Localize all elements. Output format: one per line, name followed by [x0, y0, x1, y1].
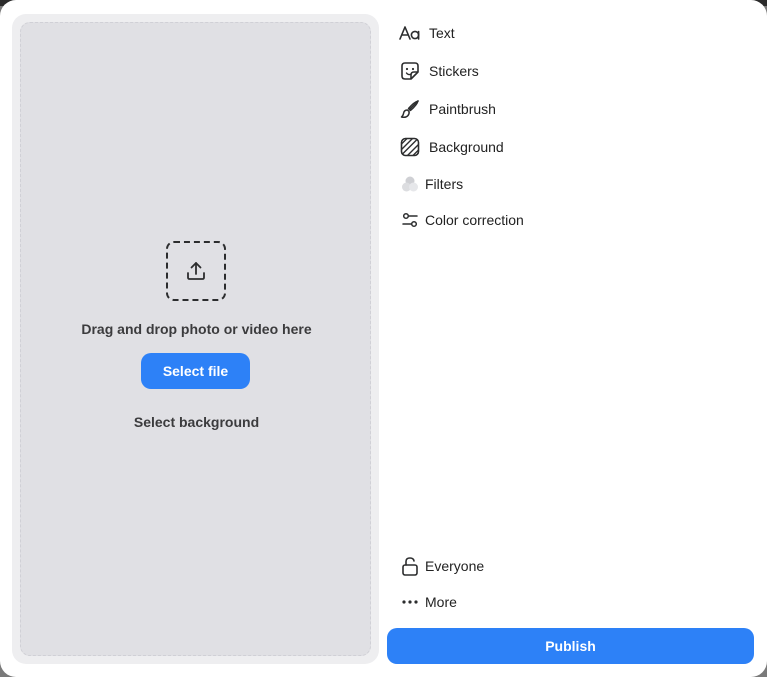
tool-stickers-label: Stickers	[429, 63, 479, 79]
tool-background[interactable]: Background	[399, 135, 504, 159]
filters-circles-icon	[399, 173, 421, 195]
sliders-icon	[399, 209, 421, 231]
unlock-icon	[399, 555, 421, 577]
tool-color-correction-label: Color correction	[425, 212, 524, 228]
tool-text-label: Text	[429, 25, 455, 41]
privacy-label: Everyone	[425, 558, 485, 574]
privacy-setting[interactable]: Everyone	[399, 554, 484, 578]
select-background-link[interactable]: Select background	[21, 414, 372, 430]
tool-background-label: Background	[429, 139, 504, 155]
tool-stickers[interactable]: Stickers	[399, 59, 479, 83]
tool-filters[interactable]: Filters	[399, 172, 463, 196]
select-file-button[interactable]: Select file	[141, 353, 250, 389]
tool-color-correction[interactable]: Color correction	[399, 208, 524, 232]
sticker-icon	[399, 60, 421, 82]
more-options[interactable]: More	[399, 590, 457, 614]
upload-icon[interactable]	[166, 241, 226, 301]
drop-zone[interactable]: Drag and drop photo or video here Select…	[20, 22, 371, 656]
text-aa-icon	[399, 22, 421, 44]
story-editor-dialog: Drag and drop photo or video here Select…	[0, 0, 767, 677]
hatched-background-icon	[399, 136, 421, 158]
paintbrush-icon	[399, 98, 421, 120]
more-label: More	[425, 594, 457, 610]
more-dots-icon	[399, 591, 421, 613]
publish-button[interactable]: Publish	[387, 628, 754, 664]
drop-prompt: Drag and drop photo or video here	[81, 321, 312, 337]
media-panel: Drag and drop photo or video here Select…	[12, 14, 379, 664]
tool-filters-label: Filters	[425, 176, 464, 192]
tool-text[interactable]: Text	[399, 21, 455, 45]
tool-paintbrush[interactable]: Paintbrush	[399, 97, 496, 121]
tool-paintbrush-label: Paintbrush	[429, 101, 496, 117]
